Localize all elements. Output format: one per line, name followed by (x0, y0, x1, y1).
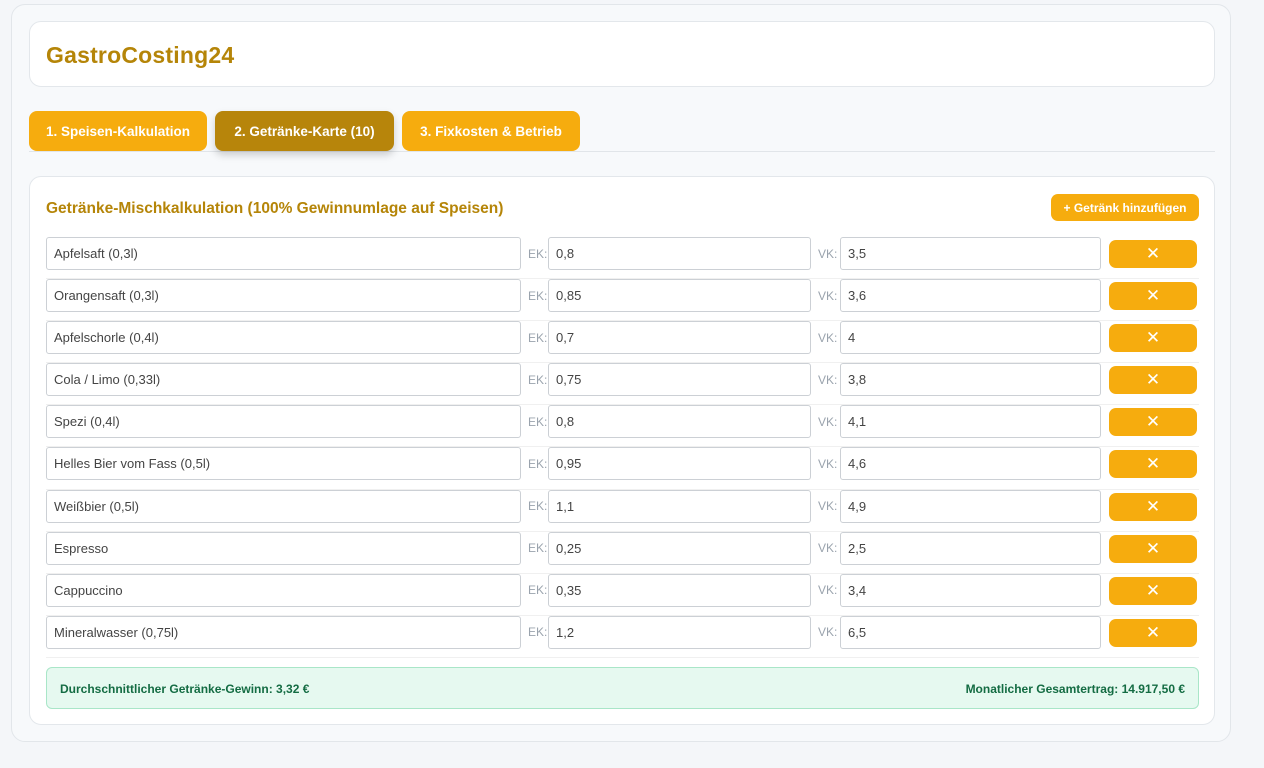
close-icon: ✕ (1145, 454, 1161, 475)
ek-input[interactable]: 1,2 (548, 615, 811, 649)
ek-input[interactable]: 0,95 (548, 447, 811, 481)
ek-label: EK: (528, 414, 548, 429)
vk-input[interactable]: 6,5 (840, 615, 1101, 649)
ek-label: EK: (528, 246, 548, 261)
vk-label: VK: (818, 625, 838, 640)
close-icon: ✕ (1145, 286, 1161, 307)
delete-drink-button[interactable]: ✕ (1109, 282, 1197, 311)
drink-row: Orangensaft (0,3l) EK: 0,85 VK: 3,6 ✕ (46, 279, 1199, 322)
drinks-list: Apfelsaft (0,3l) EK: 0,8 VK: 3,5 ✕ Orang… (46, 237, 1199, 658)
ek-label: EK: (528, 541, 548, 556)
vk-label: VK: (818, 288, 838, 303)
drink-name-input[interactable]: Cappuccino (46, 573, 521, 607)
ek-label: EK: (528, 456, 548, 471)
add-drink-button[interactable]: + Getränk hinzufügen (1051, 194, 1199, 221)
vk-label: VK: (818, 541, 838, 556)
vk-label: VK: (818, 414, 838, 429)
drink-name-input[interactable]: Espresso (46, 531, 521, 565)
close-icon: ✕ (1145, 538, 1161, 559)
drink-name-input[interactable]: Weißbier (0,5l) (46, 489, 521, 523)
delete-drink-button[interactable]: ✕ (1109, 450, 1197, 479)
vk-input[interactable]: 3,8 (840, 363, 1101, 397)
close-icon: ✕ (1145, 622, 1161, 643)
ek-label: EK: (528, 372, 548, 387)
drink-row: Apfelschorle (0,4l) EK: 0,7 VK: 4 ✕ (46, 321, 1199, 364)
ek-label: EK: (528, 625, 548, 640)
drink-row: Spezi (0,4l) EK: 0,8 VK: 4,1 ✕ (46, 405, 1199, 448)
ek-label: EK: (528, 330, 548, 345)
vk-input[interactable]: 3,4 (840, 573, 1101, 607)
drink-row: Apfelsaft (0,3l) EK: 0,8 VK: 3,5 ✕ (46, 237, 1199, 280)
vk-input[interactable]: 4,1 (840, 405, 1101, 439)
panel-title: Getränke-Mischkalkulation (100% Gewinnum… (46, 200, 504, 217)
tab-bar: 1. Speisen-Kalkulation 2. Getränke-Karte… (29, 111, 1215, 152)
vk-input[interactable]: 3,6 (840, 279, 1101, 313)
ek-input[interactable]: 0,8 (548, 237, 811, 270)
close-icon: ✕ (1145, 580, 1161, 601)
vk-label: VK: (818, 372, 838, 387)
ek-input[interactable]: 0,25 (548, 531, 811, 565)
close-icon: ✕ (1145, 370, 1161, 391)
drink-row: Helles Bier vom Fass (0,5l) EK: 0,95 VK:… (46, 447, 1199, 490)
drink-name-input[interactable]: Orangensaft (0,3l) (46, 279, 521, 313)
vk-label: VK: (818, 246, 838, 261)
summary-box: Durchschnittlicher Getränke-Gewinn: 3,32… (46, 667, 1199, 709)
drink-name-input[interactable]: Apfelsaft (0,3l) (46, 237, 521, 270)
close-icon: ✕ (1145, 244, 1161, 264)
vk-input[interactable]: 3,5 (840, 237, 1101, 270)
ek-input[interactable]: 1,1 (548, 489, 811, 523)
drink-name-input[interactable]: Cola / Limo (0,33l) (46, 363, 521, 397)
average-profit: Durchschnittlicher Getränke-Gewinn: 3,32… (60, 682, 310, 696)
ek-input[interactable]: 0,35 (548, 573, 811, 607)
monthly-total: Monatlicher Gesamtertrag: 14.917,50 € (965, 682, 1185, 696)
header: GastroCosting24 (29, 21, 1215, 87)
drink-name-input[interactable]: Apfelschorle (0,4l) (46, 321, 521, 355)
delete-drink-button[interactable]: ✕ (1109, 576, 1197, 605)
ek-input[interactable]: 0,75 (548, 363, 811, 397)
vk-input[interactable]: 4,9 (840, 489, 1101, 523)
ek-label: EK: (528, 499, 548, 514)
drink-name-input[interactable]: Helles Bier vom Fass (0,5l) (46, 447, 521, 481)
delete-drink-button[interactable]: ✕ (1109, 324, 1197, 353)
drinks-panel: Getränke-Mischkalkulation (100% Gewinnum… (29, 176, 1215, 725)
app-title: GastroCosting24 (46, 42, 235, 68)
drink-row: Mineralwasser (0,75l) EK: 1,2 VK: 6,5 ✕ (46, 615, 1199, 658)
ek-input[interactable]: 0,8 (548, 405, 811, 439)
drink-name-input[interactable]: Spezi (0,4l) (46, 405, 521, 439)
close-icon: ✕ (1145, 328, 1161, 349)
drink-row: Espresso EK: 0,25 VK: 2,5 ✕ (46, 531, 1199, 574)
tab-fixkosten-betrieb[interactable]: 3. Fixkosten & Betrieb (402, 111, 580, 151)
ek-input[interactable]: 0,7 (548, 321, 811, 355)
tab-speisen-kalkulation[interactable]: 1. Speisen-Kalkulation (29, 111, 207, 151)
close-icon: ✕ (1145, 496, 1161, 517)
delete-drink-button[interactable]: ✕ (1109, 492, 1197, 521)
ek-label: EK: (528, 583, 548, 598)
vk-label: VK: (818, 456, 838, 471)
vk-label: VK: (818, 330, 838, 345)
delete-drink-button[interactable]: ✕ (1109, 408, 1197, 437)
app-container: GastroCosting24 1. Speisen-Kalkulation 2… (11, 4, 1231, 742)
delete-drink-button[interactable]: ✕ (1109, 240, 1197, 268)
delete-drink-button[interactable]: ✕ (1109, 366, 1197, 395)
vk-input[interactable]: 2,5 (840, 531, 1101, 565)
vk-label: VK: (818, 499, 838, 514)
delete-drink-button[interactable]: ✕ (1109, 534, 1197, 563)
delete-drink-button[interactable]: ✕ (1109, 618, 1197, 647)
drink-row: Weißbier (0,5l) EK: 1,1 VK: 4,9 ✕ (46, 489, 1199, 532)
drink-row: Cappuccino EK: 0,35 VK: 3,4 ✕ (46, 573, 1199, 616)
ek-label: EK: (528, 288, 548, 303)
vk-input[interactable]: 4,6 (840, 447, 1101, 481)
vk-label: VK: (818, 583, 838, 598)
drink-row: Cola / Limo (0,33l) EK: 0,75 VK: 3,8 ✕ (46, 363, 1199, 406)
close-icon: ✕ (1145, 412, 1161, 433)
vk-input[interactable]: 4 (840, 321, 1101, 355)
drink-name-input[interactable]: Mineralwasser (0,75l) (46, 615, 521, 649)
tab-getraenke-karte[interactable]: 2. Getränke-Karte (10) (215, 111, 394, 151)
ek-input[interactable]: 0,85 (548, 279, 811, 313)
